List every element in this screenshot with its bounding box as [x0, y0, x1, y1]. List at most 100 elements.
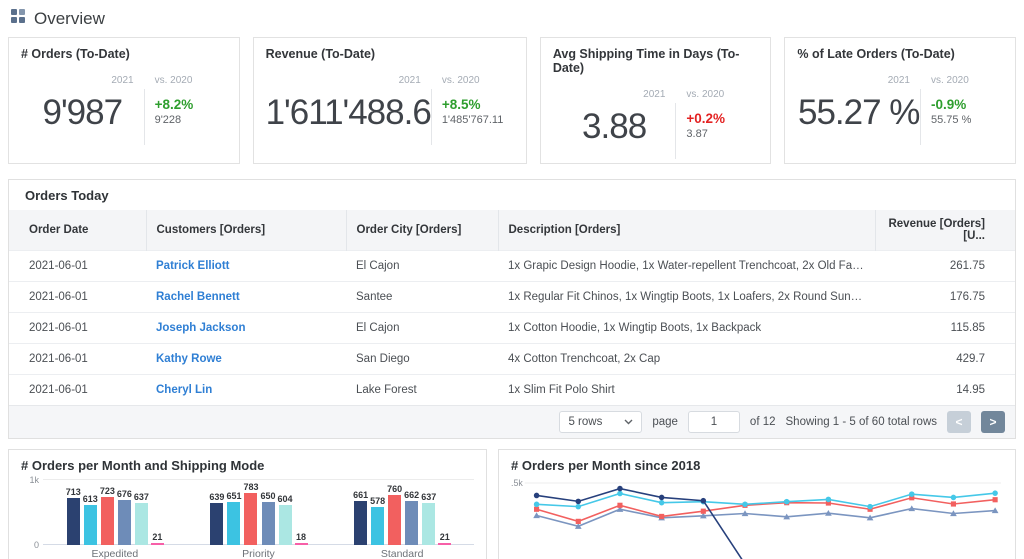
showing-rows-label: Showing 1 - 5 of 60 total rows [785, 416, 938, 428]
cell-revenue: 14.95 [875, 374, 1015, 405]
data-point-marker[interactable] [575, 518, 581, 524]
data-point-marker[interactable] [617, 502, 623, 508]
data-point-marker[interactable] [617, 490, 623, 497]
line-chart-svg: 2.5k0JanFebMarAprMayJunJulAugSepOctNovDe… [506, 478, 1002, 559]
data-point-marker[interactable] [534, 506, 540, 512]
bar-value-label: 604 [277, 494, 293, 505]
y-tick-label: 1k [29, 475, 39, 485]
kpi-year-label: 2021 [111, 75, 134, 86]
bar-value-label: 676 [116, 489, 132, 500]
data-point-marker[interactable] [617, 485, 623, 492]
bar-value-label: 661 [353, 490, 369, 501]
bar[interactable] [210, 502, 224, 545]
customer-link[interactable]: Patrick Elliott [156, 260, 230, 272]
kpi-year-label: 2021 [643, 89, 666, 100]
kpi-row: # Orders (To-Date) 2021 9'987 vs. 2020 +… [8, 37, 1016, 164]
bar-value-label: 637 [133, 491, 149, 502]
bar[interactable] [354, 501, 368, 545]
data-point-marker[interactable] [658, 494, 665, 501]
data-point-marker[interactable] [533, 492, 540, 499]
data-point-marker[interactable] [700, 497, 707, 504]
cell-order-city: San Diego [346, 343, 498, 375]
data-point-marker[interactable] [742, 501, 748, 508]
table-row: 2021-06-01 Rachel Bennett Santee 1x Regu… [9, 281, 1015, 313]
col-header-order-city[interactable]: Order City [Orders] [345, 210, 498, 251]
cell-revenue: 176.75 [875, 281, 1015, 313]
data-point-marker[interactable] [825, 496, 832, 503]
table-title: Orders Today [25, 188, 109, 203]
bar[interactable] [134, 502, 148, 545]
kpi-vs-label: vs. 2020 [686, 89, 725, 100]
bar[interactable] [100, 497, 114, 545]
bar[interactable] [371, 506, 385, 545]
table-pagination-bar: 5 rows page of 12 Showing 1 - 5 of 60 to… [9, 405, 1015, 438]
page-count-label: of 12 [749, 416, 776, 428]
data-point-marker[interactable] [950, 501, 957, 507]
cell-order-city: Santee [346, 281, 498, 313]
bar[interactable] [66, 497, 80, 545]
kpi-vs-label: vs. 2020 [154, 75, 193, 86]
customer-link[interactable]: Kathy Rowe [156, 353, 222, 365]
bar-group: 661 578 760 662 637 21 Standard [353, 479, 452, 559]
cell-revenue: 115.85 [875, 312, 1015, 344]
bar[interactable] [244, 493, 258, 545]
cell-order-city: El Cajon [346, 250, 498, 282]
rows-per-page-select[interactable]: 5 rows [559, 411, 643, 433]
rows-per-page-value: 5 rows [568, 416, 603, 428]
bar-value-label: 650 [260, 491, 276, 502]
cell-description: 1x Cotton Hoodie, 1x Wingtip Boots, 1x B… [498, 312, 875, 344]
page-number-input[interactable] [687, 411, 740, 433]
bar-category-label: Standard [380, 548, 424, 559]
data-point-marker[interactable] [783, 498, 790, 505]
next-page-button[interactable]: > [981, 411, 1005, 433]
data-point-marker[interactable] [992, 497, 998, 503]
data-point-marker[interactable] [533, 512, 540, 519]
kpi-title: # Orders (To-Date) [21, 47, 130, 61]
data-point-marker[interactable] [659, 513, 665, 520]
data-point-marker[interactable] [575, 498, 582, 505]
prev-page-button[interactable]: < [947, 411, 971, 433]
bar[interactable] [278, 505, 292, 545]
col-header-description[interactable]: Description [Orders] [497, 210, 875, 251]
orders-table: Order Date Customers [Orders] Order City… [9, 210, 1015, 405]
bar-value-label: 783 [243, 482, 259, 493]
bar[interactable] [388, 494, 402, 545]
col-header-order-date[interactable]: Order Date [9, 210, 146, 251]
kpi-prev-value: 1'485'767.11 [441, 114, 504, 126]
data-point-marker[interactable] [575, 503, 582, 510]
data-point-marker[interactable] [867, 503, 873, 510]
data-point-marker[interactable] [700, 508, 706, 514]
bar[interactable] [117, 500, 131, 545]
bar-value-label: 723 [99, 486, 115, 497]
customer-link[interactable]: Rachel Bennett [156, 291, 240, 303]
customer-link[interactable]: Cheryl Lin [156, 384, 212, 396]
table-header-row: Order Date Customers [Orders] Order City… [9, 210, 1015, 251]
dashboard-page: Overview # Orders (To-Date) 2021 9'987 v… [0, 0, 1024, 559]
cell-description: 1x Grapic Design Hoodie, 1x Water-repell… [498, 250, 875, 282]
dashboard-icon [10, 8, 26, 29]
bar[interactable] [261, 502, 275, 545]
kpi-card-orders: # Orders (To-Date) 2021 9'987 vs. 2020 +… [8, 37, 240, 164]
bar[interactable] [422, 502, 436, 545]
line-chart-panel: # Orders per Month since 2018 2.5k0JanFe… [498, 449, 1016, 559]
col-header-customers[interactable]: Customers [Orders] [145, 210, 346, 251]
data-point-marker[interactable] [658, 499, 665, 506]
col-header-revenue[interactable]: Revenue [Orders] [U... [874, 210, 1015, 251]
bar[interactable] [405, 501, 419, 545]
bar[interactable] [83, 504, 97, 545]
kpi-prev-value: 55.75 % [931, 114, 972, 126]
kpi-prev-value: 3.87 [686, 128, 708, 140]
table-row: 2021-06-01 Joseph Jackson El Cajon 1x Co… [9, 312, 1015, 344]
customer-link[interactable]: Joseph Jackson [156, 322, 245, 334]
bar[interactable] [227, 502, 241, 545]
data-point-marker[interactable] [909, 491, 915, 497]
page-label: page [652, 416, 678, 428]
data-point-marker[interactable] [950, 494, 957, 501]
bar-value-label: 18 [296, 532, 307, 542]
bar-value-label: 637 [421, 491, 437, 502]
kpi-value: 55.27 % [797, 93, 920, 132]
data-point-marker[interactable] [992, 490, 998, 496]
data-point-marker[interactable] [533, 501, 540, 508]
kpi-vs-label: vs. 2020 [441, 75, 480, 86]
cell-revenue: 261.75 [875, 250, 1015, 282]
